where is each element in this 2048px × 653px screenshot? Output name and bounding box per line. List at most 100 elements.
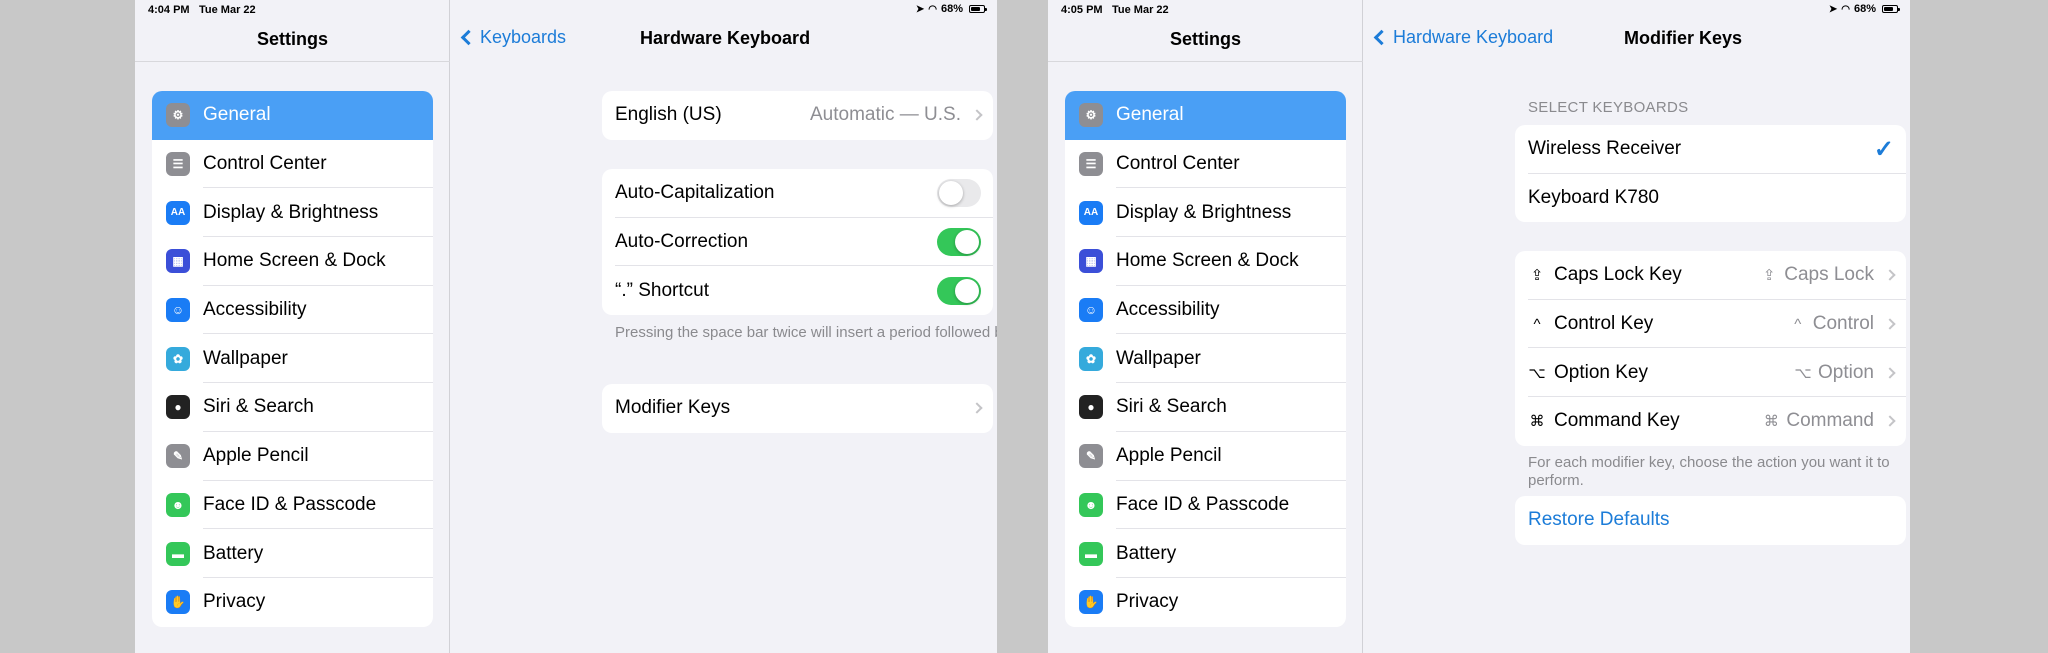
gear-icon: ⚙ xyxy=(1079,103,1103,128)
app-grid-icon: ▦ xyxy=(166,249,190,274)
chevron-right-icon xyxy=(971,402,983,415)
keyboard-label: Wireless Receiver xyxy=(1528,138,1682,160)
chevron-right-icon xyxy=(1884,269,1896,282)
select-keyboards-header: SELECT KEYBOARDS xyxy=(1528,99,1689,116)
face-id-icon: ☻ xyxy=(166,492,190,517)
caps-lock-icon: ⇪ xyxy=(1762,267,1776,285)
sidebar-item-face-id-passcode[interactable]: ☻ Face ID & Passcode xyxy=(1065,481,1346,530)
sidebar-item-label: Wallpaper xyxy=(1116,347,1201,369)
period-shortcut-switch[interactable] xyxy=(937,276,981,305)
sidebar-item-battery[interactable]: ▬ Battery xyxy=(1065,529,1346,578)
siri-icon: ● xyxy=(166,395,190,420)
modifier-row-control[interactable]: ^ Control Key ^ Control xyxy=(1515,300,1906,349)
sidebar-item-face-id-passcode[interactable]: ☻ Face ID & Passcode xyxy=(152,481,433,530)
toggle-label: “.” Shortcut xyxy=(615,279,709,301)
toggle-row-auto-capitalization: Auto-Capitalization xyxy=(602,169,993,218)
keyboards-group: Wireless Receiver ✓ Keyboard K780 xyxy=(1515,125,1906,223)
back-button[interactable]: Keyboards xyxy=(459,27,566,48)
language-label: English (US) xyxy=(615,104,722,126)
battery-icon: ▬ xyxy=(166,541,190,566)
sidebar-item-apple-pencil[interactable]: ✎ Apple Pencil xyxy=(152,432,433,481)
modifier-row-caps-lock[interactable]: ⇪ Caps Lock Key ⇪ Caps Lock xyxy=(1515,251,1906,300)
restore-defaults-button[interactable]: Restore Defaults xyxy=(1515,496,1906,545)
keyboard-row-wireless-receiver[interactable]: Wireless Receiver ✓ xyxy=(1515,125,1906,174)
sidebar-item-siri-search[interactable]: ● Siri & Search xyxy=(152,383,433,432)
flower-icon: ✿ xyxy=(1079,346,1103,371)
modifiers-group: ⇪ Caps Lock Key ⇪ Caps Lock ^ Control Key ^… xyxy=(1515,251,1906,446)
command-icon: ⌘ xyxy=(1529,413,1545,431)
modifier-value: Command xyxy=(1786,410,1874,432)
back-label: Keyboards xyxy=(480,27,567,47)
modifier-row-command[interactable]: ⌘ Command Key ⌘ Command xyxy=(1515,397,1906,446)
sidebar-item-siri-search[interactable]: ● Siri & Search xyxy=(1065,383,1346,432)
chevron-right-icon xyxy=(1884,415,1896,428)
page-title: Modifier Keys xyxy=(1624,28,1743,48)
sidebar-item-general[interactable]: ⚙ General xyxy=(152,91,433,140)
auto-capitalization-switch[interactable] xyxy=(937,179,981,208)
sidebar-item-wallpaper[interactable]: ✿ Wallpaper xyxy=(152,334,433,383)
sidebar-item-home-screen-dock[interactable]: ▦ Home Screen & Dock xyxy=(1065,237,1346,286)
sidebar-item-label: Display & Brightness xyxy=(203,201,379,223)
chevron-left-icon xyxy=(460,29,477,46)
sidebar-item-privacy[interactable]: ✋ Privacy xyxy=(152,578,433,627)
sidebar-item-control-center[interactable]: ☰ Control Center xyxy=(1065,140,1346,189)
sidebar-item-label: Display & Brightness xyxy=(1116,201,1292,223)
sidebar-item-label: Siri & Search xyxy=(1116,396,1227,418)
sidebar-item-accessibility[interactable]: ☺ Accessibility xyxy=(152,286,433,335)
sidebar-item-wallpaper[interactable]: ✿ Wallpaper xyxy=(1065,334,1346,383)
sidebar-item-label: Accessibility xyxy=(1116,299,1220,321)
restore-defaults-label: Restore Defaults xyxy=(1528,509,1670,531)
option-icon: ⌥ xyxy=(1528,364,1546,382)
keyboard-label: Keyboard K780 xyxy=(1528,187,1659,209)
auto-correction-switch[interactable] xyxy=(937,228,981,257)
sidebar-item-label: Battery xyxy=(203,542,264,564)
caps-lock-icon: ⇪ xyxy=(1530,267,1544,285)
toggle-row-period-shortcut: “.” Shortcut xyxy=(602,266,993,315)
center-gap xyxy=(997,0,1048,653)
keyboard-row-k780[interactable]: Keyboard K780 xyxy=(1515,174,1906,223)
modifier-value: Control xyxy=(1812,313,1874,335)
modifier-row-option[interactable]: ⌥ Option Key ⌥ Option xyxy=(1515,348,1906,397)
sidebar-item-privacy[interactable]: ✋ Privacy xyxy=(1065,578,1346,627)
page-title: Hardware Keyboard xyxy=(640,28,811,48)
sidebar-item-label: Face ID & Passcode xyxy=(1116,493,1290,515)
language-value: Automatic — U.S. xyxy=(810,104,961,126)
modifier-keys-row[interactable]: Modifier Keys xyxy=(602,384,993,433)
accessibility-icon: ☺ xyxy=(1079,298,1103,323)
sidebar-item-label: Home Screen & Dock xyxy=(203,250,386,272)
right-margin xyxy=(1910,0,2048,653)
sidebar-item-battery[interactable]: ▬ Battery xyxy=(152,529,433,578)
modifier-label: Option Key xyxy=(1554,361,1648,383)
sidebar-item-display-brightness[interactable]: AA Display & Brightness xyxy=(1065,188,1346,237)
left-margin xyxy=(0,0,135,653)
accessibility-icon: ☺ xyxy=(166,298,190,323)
sidebar-item-control-center[interactable]: ☰ Control Center xyxy=(152,140,433,189)
sidebar-item-label: Privacy xyxy=(1116,591,1179,613)
nav-bar: Keyboards Hardware Keyboard xyxy=(451,27,997,55)
sidebar-item-display-brightness[interactable]: AA Display & Brightness xyxy=(152,188,433,237)
hand-icon: ✋ xyxy=(1079,590,1103,615)
sidebar-item-label: Battery xyxy=(1116,542,1177,564)
sidebar-item-label: Control Center xyxy=(1116,153,1240,175)
chevron-right-icon xyxy=(1884,318,1896,330)
sidebar-item-home-screen-dock[interactable]: ▦ Home Screen & Dock xyxy=(152,237,433,286)
back-button[interactable]: Hardware Keyboard xyxy=(1372,27,1553,48)
sidebar-list: ⚙ General ☰ Control Center AA Display & Brigh… xyxy=(1065,91,1346,627)
sidebar-item-general[interactable]: ⚙ General xyxy=(1065,91,1346,140)
sidebar-item-apple-pencil[interactable]: ✎ Apple Pencil xyxy=(1065,432,1346,481)
sidebar-list: ⚙ General ☰ Control Center AA Display & Brigh… xyxy=(152,91,433,627)
language-row[interactable]: English (US) Automatic — U.S. xyxy=(602,91,993,140)
settings-sidebar: Settings ⚙ General ☰ Control Center AA Displa… xyxy=(1048,0,1363,653)
sidebar-item-accessibility[interactable]: ☺ Accessibility xyxy=(1065,286,1346,335)
switch-knob xyxy=(955,230,979,255)
text-size-icon: AA xyxy=(1079,200,1103,225)
sidebar-title: Settings xyxy=(1169,29,1241,49)
sidebar-item-label: Home Screen & Dock xyxy=(1116,250,1299,272)
detail-pane: Keyboards Hardware Keyboard English (US)… xyxy=(451,0,997,653)
control-icon: ^ xyxy=(1794,315,1802,333)
chevron-left-icon xyxy=(1373,29,1390,46)
switch-knob xyxy=(939,181,963,206)
command-icon: ⌘ xyxy=(1763,413,1779,431)
back-label: Hardware Keyboard xyxy=(1393,27,1554,47)
sidebar-item-label: Face ID & Passcode xyxy=(203,493,377,515)
